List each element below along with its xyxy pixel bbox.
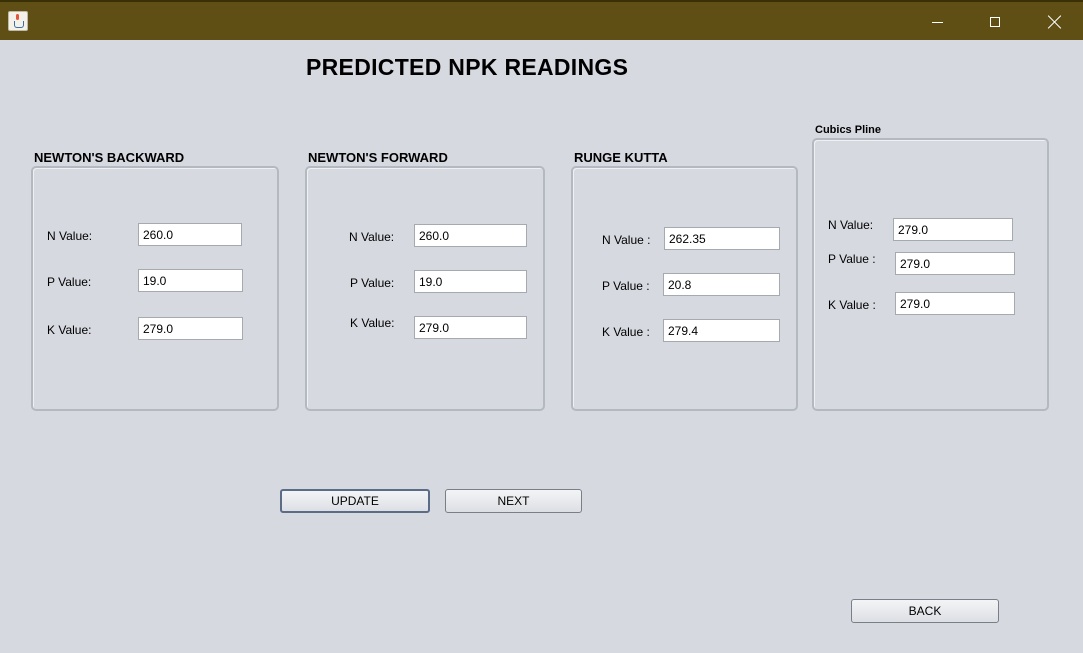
forward-n-field[interactable] — [414, 224, 527, 247]
backward-k-field[interactable] — [138, 317, 243, 340]
spline-k-label: K Value : — [828, 298, 876, 312]
forward-k-field[interactable] — [414, 316, 527, 339]
close-icon — [1048, 15, 1062, 29]
spline-n-label: N Value: — [828, 218, 874, 232]
page-title: PREDICTED NPK READINGS — [306, 54, 629, 80]
minimize-icon — [932, 22, 943, 23]
forward-p-field[interactable] — [414, 270, 527, 293]
next-button[interactable]: NEXT — [445, 489, 582, 513]
close-button[interactable] — [1031, 6, 1077, 38]
runge-k-field[interactable] — [663, 319, 780, 342]
runge-p-label: P Value : — [602, 279, 650, 293]
update-button[interactable]: UPDATE — [280, 489, 430, 513]
title-bar — [0, 0, 1083, 40]
runge-n-field[interactable] — [664, 227, 780, 250]
backward-p-label: P Value: — [47, 275, 92, 289]
spline-p-label: P Value : — [828, 252, 876, 266]
backward-n-label: N Value: — [47, 229, 93, 243]
forward-k-label: K Value: — [350, 316, 395, 330]
spline-p-field[interactable] — [895, 252, 1015, 275]
spline-k-field[interactable] — [895, 292, 1015, 315]
forward-n-label: N Value: — [349, 230, 395, 244]
runge-p-field[interactable] — [663, 273, 780, 296]
spline-section-title: Cubics Pline — [815, 124, 882, 136]
backward-k-label: K Value: — [47, 323, 92, 337]
backward-section-title: NEWTON'S BACKWARD — [34, 150, 185, 165]
backward-p-field[interactable] — [138, 269, 243, 292]
runge-k-label: K Value : — [602, 325, 650, 339]
runge-section-title: RUNGE KUTTA — [574, 150, 668, 165]
app-window: PREDICTED NPK READINGS NEWTON'S BACKWARD… — [0, 0, 1083, 653]
java-cup-icon — [8, 11, 28, 31]
maximize-button[interactable] — [972, 6, 1018, 38]
back-button[interactable]: BACK — [851, 599, 999, 623]
forward-p-label: P Value: — [350, 276, 395, 290]
spline-n-field[interactable] — [893, 218, 1013, 241]
runge-n-label: N Value : — [602, 233, 651, 247]
maximize-icon — [990, 17, 1000, 27]
backward-n-field[interactable] — [138, 223, 242, 246]
forward-section-title: NEWTON'S FORWARD — [308, 150, 448, 165]
minimize-button[interactable] — [914, 6, 960, 38]
